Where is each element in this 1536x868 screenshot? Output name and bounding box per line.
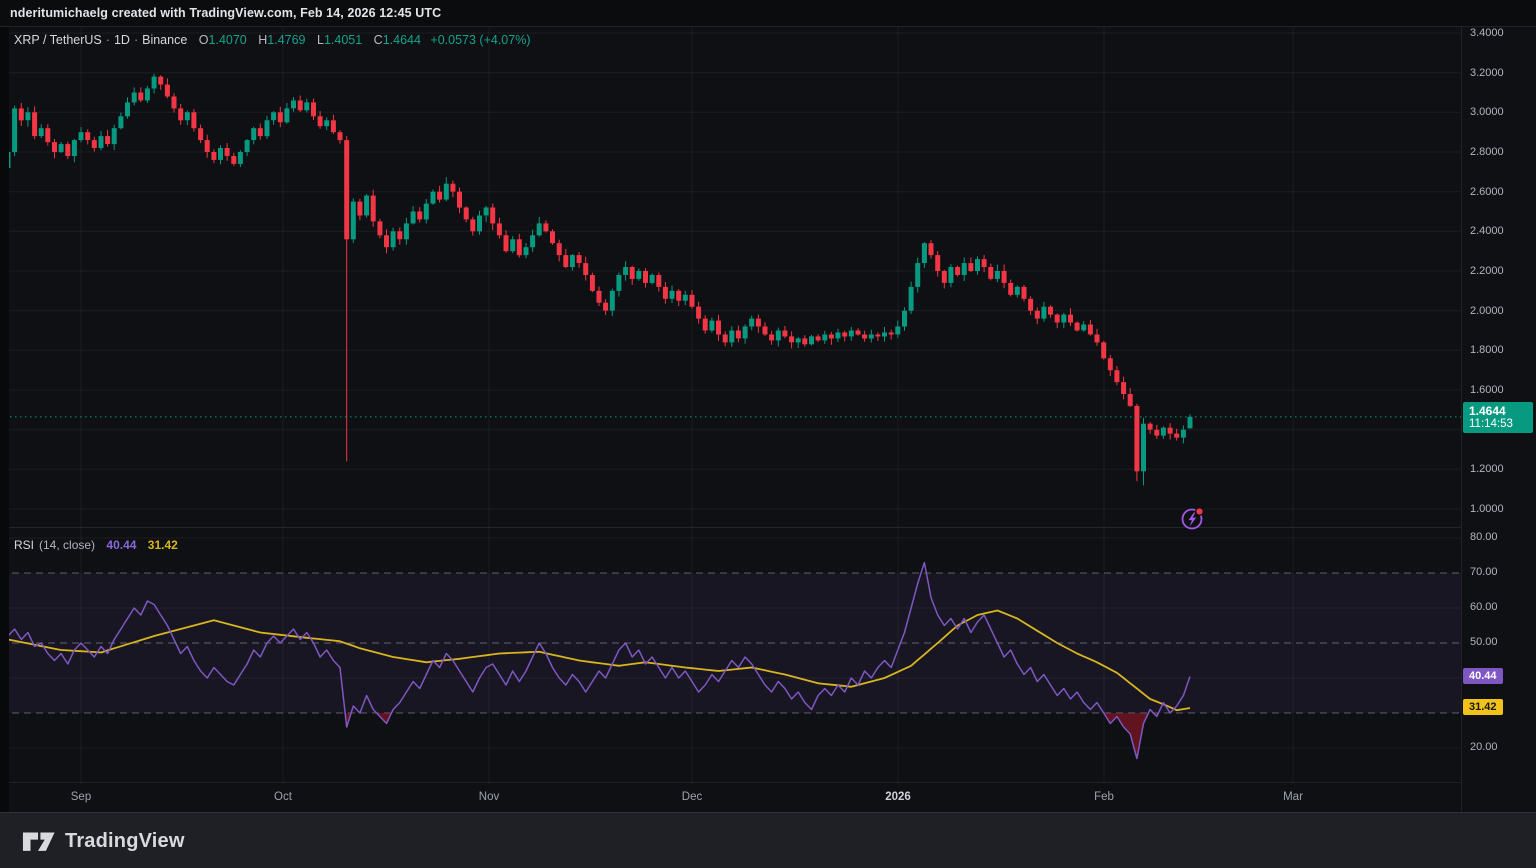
price-tick: 3.4000	[1470, 26, 1504, 40]
price-chart-canvas[interactable]	[0, 26, 1461, 527]
rsi-tick: 80.00	[1470, 530, 1498, 544]
rsi-legend[interactable]: RSI (14, close) 40.44 31.42	[14, 538, 178, 552]
price-tick: 2.6000	[1470, 185, 1504, 199]
rsi-tick: 60.00	[1470, 600, 1498, 614]
symbol-name: XRP / TetherUS	[14, 33, 102, 47]
tradingview-logo-text: TradingView	[65, 830, 185, 853]
close-value: 1.4644	[383, 33, 421, 47]
open-value: 1.4070	[209, 33, 247, 47]
rsi-title: RSI	[14, 538, 34, 552]
month-label: Feb	[1069, 791, 1139, 803]
high-letter: H	[258, 33, 267, 47]
price-tick: 2.4000	[1470, 224, 1504, 238]
lightning-alert-button[interactable]	[1179, 505, 1206, 532]
rsi-plot[interactable]	[0, 528, 1461, 783]
rsi-tick: 20.00	[1470, 740, 1498, 754]
month-label: Oct	[248, 791, 318, 803]
lightning-bolt-icon	[1179, 505, 1206, 532]
month-label: Nov	[454, 791, 524, 803]
attribution-bar: nderitumichaelg created with TradingView…	[0, 0, 1536, 27]
month-label: Dec	[657, 791, 727, 803]
rsi-chart-canvas[interactable]	[0, 527, 1461, 783]
month-label: Sep	[46, 791, 116, 803]
notification-dot	[1196, 508, 1202, 514]
low-letter: L	[317, 33, 324, 47]
rsi-params: (14, close)	[39, 538, 95, 552]
price-plot[interactable]	[0, 26, 1461, 527]
price-tick: 1.2000	[1470, 462, 1504, 476]
time-axis[interactable]: Sep Oct Nov Dec 2026 Feb Mar	[0, 782, 1461, 813]
price-tick: 2.0000	[1470, 304, 1504, 318]
rsi-ma-axis-label: 31.42	[1463, 699, 1503, 715]
attribution-text: nderitumichaelg created with TradingView…	[0, 6, 441, 20]
tradingview-logo[interactable]: TradingView	[22, 827, 185, 855]
price-tick: 1.0000	[1470, 502, 1504, 516]
price-tick: 1.6000	[1470, 383, 1504, 397]
rsi-ma-value: 31.42	[148, 538, 178, 552]
low-value: 1.4051	[324, 33, 362, 47]
price-axis[interactable]: 1.4644 11:14:53 40.44 31.42 3.4000 3.2000…	[1461, 0, 1536, 812]
bar-countdown: 11:14:53	[1469, 418, 1533, 431]
last-price-label: 1.4644 11:14:53	[1463, 402, 1533, 433]
axis-border	[1461, 26, 1462, 812]
tradingview-chart-page: nderitumichaelg created with TradingView…	[0, 0, 1536, 868]
legend-separator: ·	[130, 33, 142, 47]
rsi-axis-label: 40.44	[1463, 668, 1503, 684]
close-letter: C	[374, 33, 383, 47]
month-label: Mar	[1258, 791, 1328, 803]
footer-bar: TradingView	[0, 812, 1536, 868]
rsi-tick: 70.00	[1470, 565, 1498, 579]
year-label: 2026	[863, 791, 933, 803]
tradingview-logo-icon	[22, 827, 56, 855]
price-tick: 2.8000	[1470, 145, 1504, 159]
price-tick: 1.8000	[1470, 343, 1504, 357]
timeframe: 1D	[114, 33, 130, 47]
rsi-tick: 50.00	[1470, 635, 1498, 649]
last-price-value: 1.4644	[1469, 404, 1533, 418]
price-tick: 3.2000	[1470, 66, 1504, 80]
high-value: 1.4769	[267, 33, 305, 47]
rsi-current-value: 40.44	[106, 538, 136, 552]
price-tick: 3.0000	[1470, 105, 1504, 119]
legend-separator: ·	[102, 33, 114, 47]
price-tick: 2.2000	[1470, 264, 1504, 278]
change-value: +0.0573 (+4.07%)	[430, 33, 530, 47]
open-letter: O	[199, 33, 209, 47]
symbol-legend[interactable]: XRP / TetherUS·1D·Binance O1.4070 H1.476…	[14, 33, 530, 47]
exchange-name: Binance	[142, 33, 187, 47]
left-gutter	[0, 26, 9, 812]
